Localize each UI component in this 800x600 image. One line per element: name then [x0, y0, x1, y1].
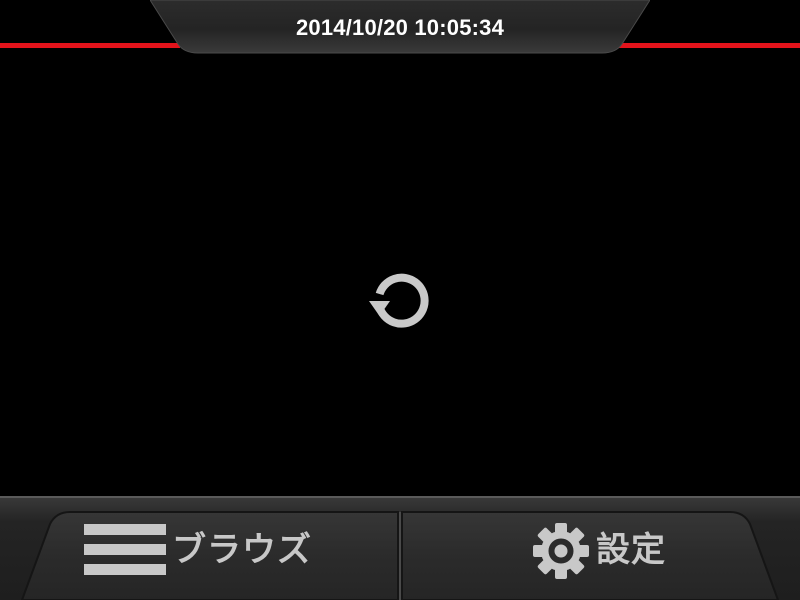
settings-button[interactable]: 設定: [402, 512, 742, 600]
gear-icon: [532, 522, 590, 580]
settings-button-label: 設定: [596, 530, 666, 570]
browse-button[interactable]: ブラウズ: [60, 512, 398, 600]
menu-icon: [84, 524, 166, 576]
reload-icon: [368, 269, 432, 333]
browse-button-label: ブラウズ: [172, 530, 312, 570]
datetime-display: 2014/10/20 10:05:34: [295, 15, 505, 40]
camera-app-screen: 2014/10/20 10:05:34 ブラウズ 設定: [0, 0, 800, 600]
